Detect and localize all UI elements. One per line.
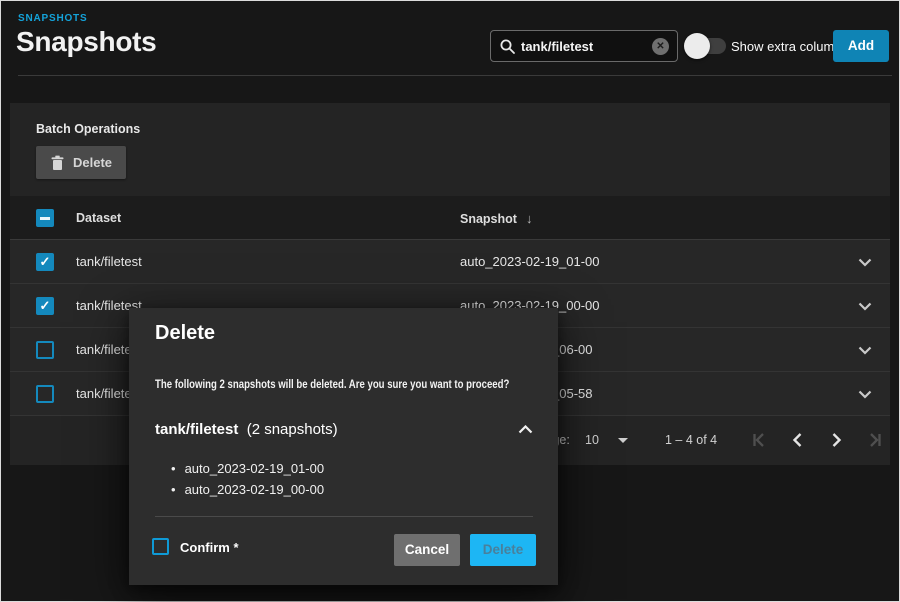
snapshots-page: SNAPSHOTS Snapshots ✕ Show extra columns…	[0, 0, 900, 602]
sort-desc-icon[interactable]: ↓	[526, 211, 533, 226]
chevron-up-icon[interactable]	[518, 425, 533, 434]
row-checkbox[interactable]: ✓	[36, 297, 54, 315]
search-icon	[499, 38, 516, 55]
search-input[interactable]	[521, 31, 639, 61]
dialog-divider	[155, 516, 533, 517]
search-box[interactable]: ✕	[490, 30, 678, 62]
items-per-page-caret-icon[interactable]	[618, 438, 628, 443]
snapshot-cell: _05-58	[552, 372, 592, 415]
confirm-checkbox[interactable]	[152, 538, 169, 555]
last-page-icon[interactable]	[862, 428, 886, 452]
dataset-cell: tank/filetest	[76, 240, 142, 283]
confirm-label: Confirm *	[180, 540, 239, 555]
cancel-button[interactable]: Cancel	[394, 534, 460, 566]
dialog-message: The following 2 snapshots will be delete…	[155, 377, 509, 391]
page-title: Snapshots	[16, 26, 156, 58]
batch-delete-button[interactable]: Delete	[36, 146, 126, 179]
column-header-snapshot[interactable]: Snapshot↓	[460, 211, 532, 226]
chevron-down-icon[interactable]	[858, 258, 872, 267]
snapshot-cell: _06-00	[552, 328, 592, 371]
table-header-row: Dataset Snapshot↓	[10, 196, 890, 240]
toggle-knob[interactable]	[684, 33, 710, 59]
dialog-snapshot-item: auto_2023-02-19_00-00	[171, 479, 324, 500]
dialog-title: Delete	[155, 322, 215, 345]
pagination-range: 1 – 4 of 4	[665, 433, 717, 447]
show-extra-columns-label: Show extra columns	[731, 39, 848, 54]
row-checkbox[interactable]: ✓	[36, 253, 54, 271]
header-divider	[18, 75, 892, 76]
dialog-snapshot-list: auto_2023-02-19_01-00auto_2023-02-19_00-…	[171, 458, 324, 500]
row-checkbox[interactable]	[36, 385, 54, 403]
dialog-delete-button[interactable]: Delete	[470, 534, 536, 566]
snapshot-cell: auto_2023-02-19_01-00	[460, 240, 600, 283]
row-checkbox[interactable]	[36, 341, 54, 359]
group-snapshot-count: (2 snapshots)	[247, 421, 338, 438]
breadcrumb[interactable]: SNAPSHOTS	[18, 13, 87, 24]
chevron-down-icon[interactable]	[858, 302, 872, 311]
next-page-icon[interactable]	[824, 428, 848, 452]
group-dataset-name: tank/filetest	[155, 421, 238, 438]
delete-dialog: Delete The following 2 snapshots will be…	[129, 308, 558, 585]
chevron-down-icon[interactable]	[858, 390, 872, 399]
select-all-checkbox[interactable]	[36, 209, 54, 227]
items-per-page-select[interactable]: 10	[585, 433, 599, 447]
clear-search-icon[interactable]: ✕	[652, 38, 669, 55]
first-page-icon[interactable]	[748, 428, 772, 452]
table-row[interactable]: ✓ tank/filetest auto_2023-02-19_01-00	[10, 240, 890, 284]
dialog-group-header[interactable]: tank/filetest (2 snapshots)	[155, 421, 338, 438]
batch-delete-label: Delete	[73, 155, 112, 170]
trash-icon	[50, 155, 65, 171]
chevron-down-icon[interactable]	[858, 346, 872, 355]
column-header-dataset[interactable]: Dataset	[76, 211, 121, 225]
dialog-snapshot-item: auto_2023-02-19_01-00	[171, 458, 324, 479]
add-button[interactable]: Add	[833, 30, 889, 62]
batch-operations-label: Batch Operations	[36, 122, 140, 136]
previous-page-icon[interactable]	[786, 428, 810, 452]
